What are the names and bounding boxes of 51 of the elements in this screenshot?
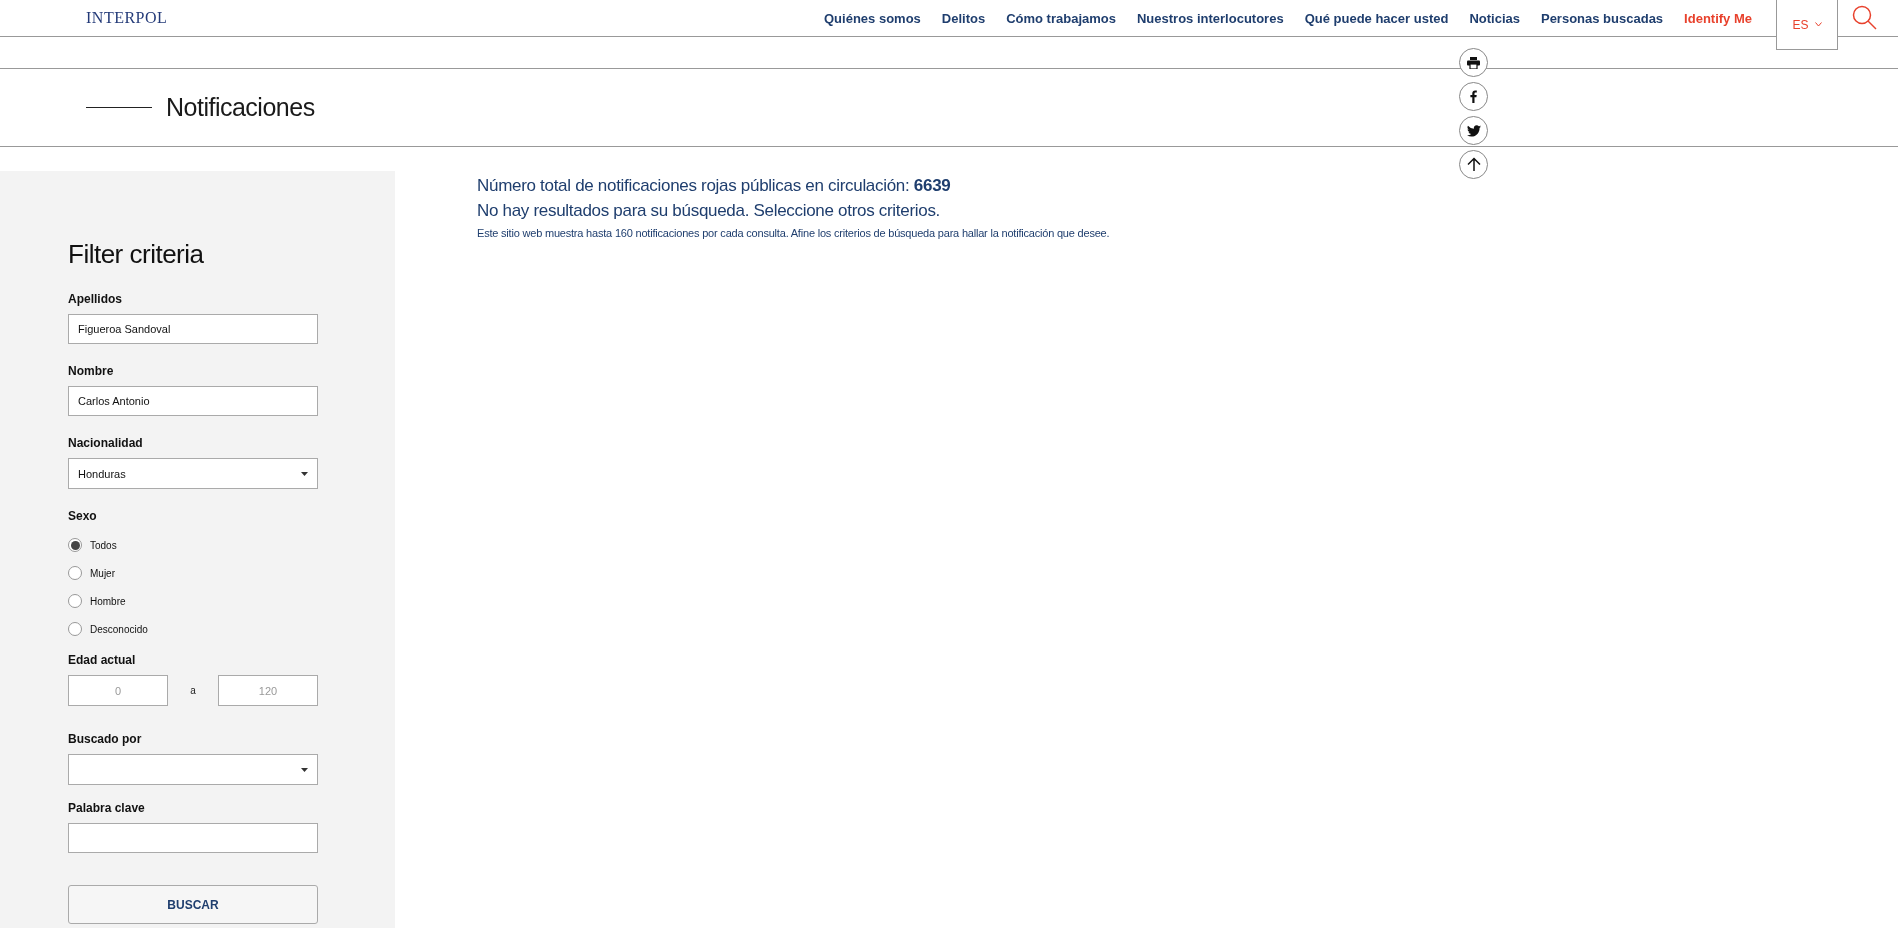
- total-count-text: Número total de notificaciones rojas públicas en circulación: 6639: [477, 175, 952, 197]
- field-label: Buscado por: [68, 732, 143, 746]
- bird-icon: [1466, 124, 1481, 137]
- nav-link[interactable]: Nuestros interlocutores: [1136, 10, 1284, 26]
- radio-button[interactable]: [68, 622, 82, 636]
- nav-link[interactable]: Qué puede hacer usted: [1304, 10, 1449, 26]
- printer-icon: [1467, 56, 1480, 69]
- nav-link[interactable]: Cómo trabajamos: [1006, 10, 1116, 26]
- age-to-field[interactable]: 120: [218, 675, 318, 706]
- radio-label: Desconocido: [90, 623, 148, 635]
- field-label: Sexo: [68, 509, 98, 523]
- radio-label: Todos: [90, 539, 117, 551]
- surname-field[interactable]: Figueroa Sandoval: [68, 314, 318, 344]
- radio-button[interactable]: [68, 594, 82, 608]
- radio-label: Mujer: [90, 567, 115, 579]
- results-note: Este sitio web muestra hasta 160 notificaciones por cada consulta. Afine los criterios de búsqueda para hallar la notificación que desee.: [477, 226, 1110, 241]
- wanted-by-select[interactable]: [68, 754, 318, 785]
- age-from-field[interactable]: 0: [68, 675, 168, 706]
- radio-button[interactable]: [68, 538, 82, 552]
- search-submit-button[interactable]: BUSCAR: [68, 885, 318, 924]
- twitter-button[interactable]: [1459, 116, 1488, 145]
- field-label: Apellidos: [68, 292, 123, 306]
- no-results-message: No hay resultados para su búsqueda. Seleccione otros criterios.: [477, 200, 942, 222]
- page-title: Notificaciones: [166, 93, 315, 122]
- up-arrow-icon: [1466, 157, 1481, 172]
- nav-link[interactable]: Personas buscadas: [1540, 10, 1664, 26]
- name-field[interactable]: Carlos Antonio: [68, 386, 318, 416]
- facebook-icon: [1470, 90, 1477, 103]
- range-separator: a: [190, 685, 196, 696]
- nav-link[interactable]: Noticias: [1469, 10, 1520, 26]
- nav-link[interactable]: Delitos: [941, 10, 986, 26]
- keyword-field[interactable]: [68, 823, 318, 853]
- radio-label: Hombre: [90, 595, 126, 607]
- field-label: Nombre: [68, 364, 115, 378]
- facebook-button[interactable]: [1459, 82, 1488, 111]
- filter-title: Filter criteria: [68, 239, 205, 270]
- radio-button[interactable]: [68, 566, 82, 580]
- field-label: Palabra clave: [68, 801, 146, 815]
- search-button[interactable]: [1852, 5, 1878, 31]
- print-button[interactable]: [1459, 48, 1488, 77]
- logo: INTERPOL: [86, 9, 168, 27]
- field-label: Nacionalidad: [68, 436, 144, 450]
- nav-link[interactable]: Identify Me: [1684, 10, 1752, 26]
- caret-icon: [301, 767, 308, 772]
- scroll-top-button[interactable]: [1459, 150, 1488, 179]
- nav-link[interactable]: Quiénes somos: [824, 10, 921, 26]
- language-selector[interactable]: ES: [1776, 0, 1838, 50]
- chevron-icon: [1814, 22, 1822, 27]
- caret-icon: [301, 471, 308, 476]
- field-label: Edad actual: [68, 653, 137, 667]
- nationality-select[interactable]: Honduras: [68, 458, 318, 489]
